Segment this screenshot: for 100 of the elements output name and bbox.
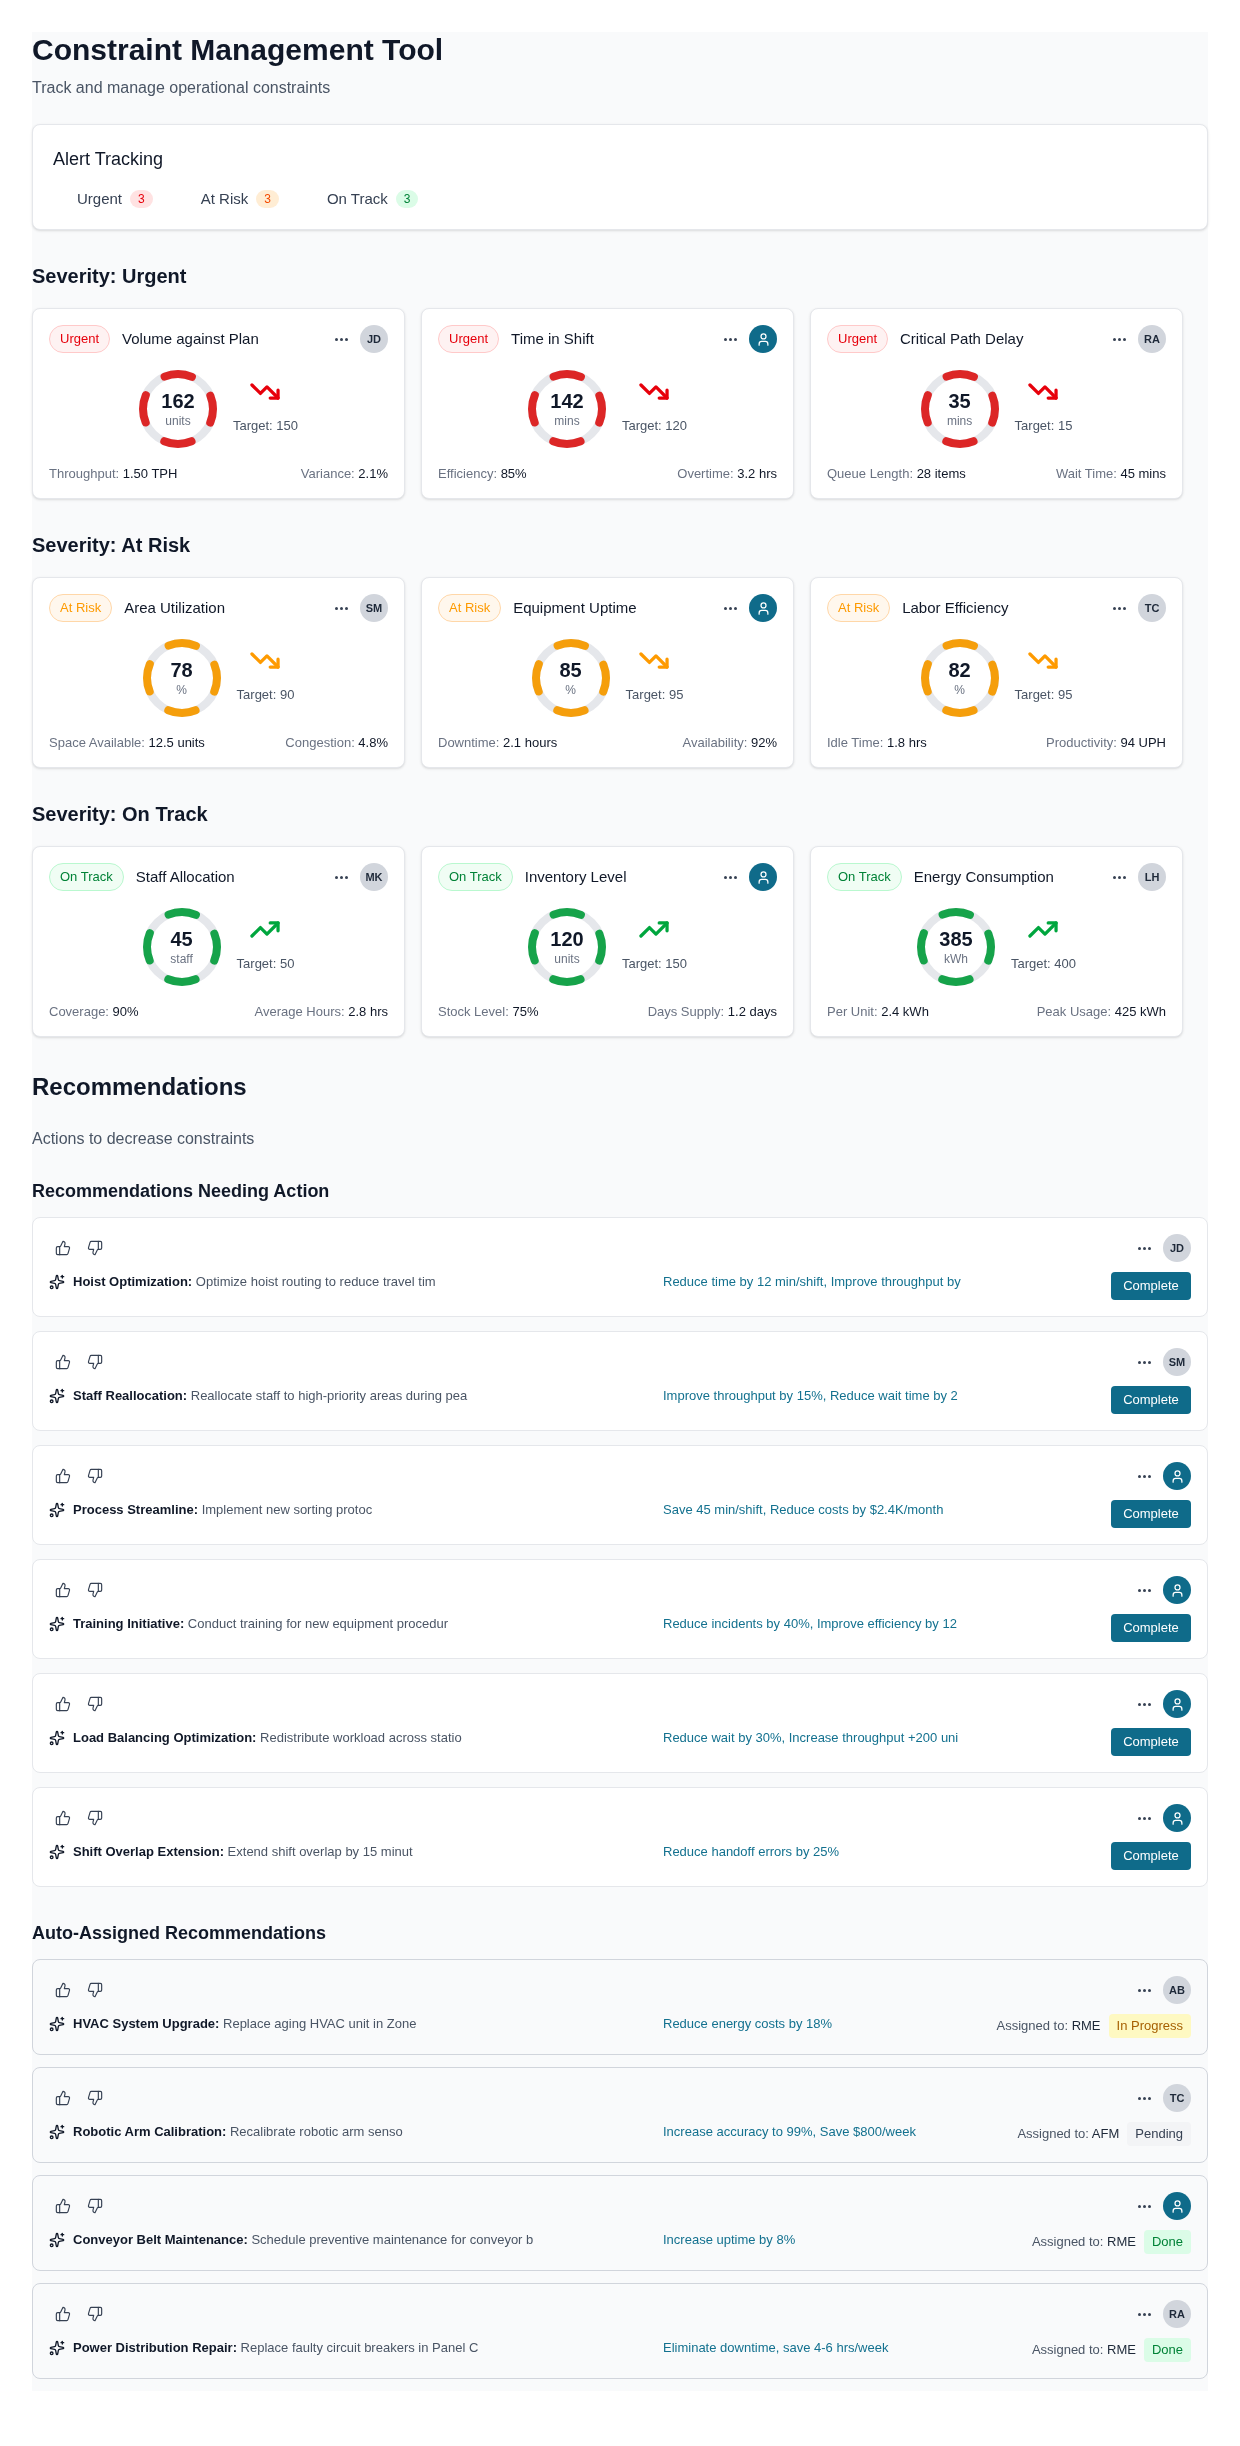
complete-button[interactable]: Complete xyxy=(1111,1614,1191,1642)
gauge-value: 82 xyxy=(948,658,971,682)
initials-avatar: AB xyxy=(1163,1976,1191,2004)
target-text: Target: 50 xyxy=(236,954,295,973)
thumbs-up-icon[interactable] xyxy=(55,2306,71,2322)
sparkles-icon xyxy=(49,2340,65,2356)
target-text: Target: 150 xyxy=(232,416,298,435)
gauge-unit: mins xyxy=(554,413,580,429)
thumbs-up-icon[interactable] xyxy=(55,2198,71,2214)
initials-avatar: RA xyxy=(1138,325,1166,353)
complete-button[interactable]: Complete xyxy=(1111,1386,1191,1414)
status-badge: Done xyxy=(1143,2230,1191,2254)
user-avatar-icon xyxy=(749,594,777,622)
gauge-value: 142 xyxy=(550,389,584,413)
initials-avatar: LH xyxy=(1138,863,1166,891)
complete-button[interactable]: Complete xyxy=(1111,1500,1191,1528)
more-icon[interactable] xyxy=(335,606,348,610)
thumbs-up-icon[interactable] xyxy=(55,1354,71,1370)
thumbs-up-icon[interactable] xyxy=(55,1810,71,1826)
alert-filter-button[interactable]: At Risk 3 xyxy=(176,181,303,217)
more-icon[interactable] xyxy=(1138,1702,1151,1706)
recommendation-text: Staff Reallocation: Reallocate staff to high-priority areas during pea xyxy=(73,1387,468,1405)
metric-text: Stock Level: 75% xyxy=(438,1003,539,1021)
target-text: Target: 95 xyxy=(1014,685,1073,704)
more-icon[interactable] xyxy=(1138,2204,1151,2208)
count-badge: 3 xyxy=(256,190,279,208)
more-icon[interactable] xyxy=(1138,1988,1151,1992)
more-icon[interactable] xyxy=(1138,1816,1151,1820)
thumbs-up-icon[interactable] xyxy=(55,1582,71,1598)
metric-text: Average Hours: 2.8 hrs xyxy=(254,1003,388,1021)
initials-avatar: MK xyxy=(360,863,388,891)
more-icon[interactable] xyxy=(1138,2096,1151,2100)
initials-avatar: TC xyxy=(1138,594,1166,622)
metric-text: Idle Time: 1.8 hrs xyxy=(827,734,927,752)
card-title: Inventory Level xyxy=(524,866,627,887)
thumbs-down-icon[interactable] xyxy=(87,1468,103,1484)
page-subtitle: Track and manage operational constraints xyxy=(32,78,332,98)
thumbs-down-icon[interactable] xyxy=(87,2090,103,2106)
more-icon[interactable] xyxy=(335,337,348,341)
complete-button[interactable]: Complete xyxy=(1111,1842,1191,1870)
alert-filter-button[interactable]: Urgent 3 xyxy=(53,181,177,217)
user-avatar-icon xyxy=(1163,1576,1191,1604)
assigned-to-text: Assigned to: RME xyxy=(996,2017,1101,2035)
metric-text: Per Unit: 2.4 kWh xyxy=(827,1003,929,1021)
thumbs-up-icon[interactable] xyxy=(55,1468,71,1484)
more-icon[interactable] xyxy=(1113,875,1126,879)
thumbs-down-icon[interactable] xyxy=(87,1696,103,1712)
metric-text: Variance: 2.1% xyxy=(300,465,388,483)
severity-badge: Urgent xyxy=(438,325,500,353)
thumbs-up-icon[interactable] xyxy=(55,1240,71,1256)
thumbs-up-icon[interactable] xyxy=(55,1982,71,1998)
initials-avatar: JD xyxy=(1163,1234,1191,1262)
thumbs-down-icon[interactable] xyxy=(87,2306,103,2322)
sparkles-icon xyxy=(49,1388,65,1404)
metric-text: Days Supply: 1.2 days xyxy=(647,1003,777,1021)
thumbs-down-icon[interactable] xyxy=(87,1354,103,1370)
more-icon[interactable] xyxy=(1138,1246,1151,1250)
more-icon[interactable] xyxy=(335,875,348,879)
thumbs-down-icon[interactable] xyxy=(87,1810,103,1826)
gauge-value: 162 xyxy=(161,389,195,413)
sparkles-icon xyxy=(49,2016,65,2032)
thumbs-down-icon[interactable] xyxy=(87,1582,103,1598)
target-text: Target: 150 xyxy=(621,954,687,973)
user-avatar-icon xyxy=(1163,1690,1191,1718)
target-text: Target: 15 xyxy=(1014,416,1073,435)
gauge-value: 120 xyxy=(550,927,584,951)
gauge-value: 78 xyxy=(170,658,193,682)
alert-filter-button[interactable]: On Track 3 xyxy=(302,181,443,217)
metric-text: Throughput: 1.50 TPH xyxy=(49,465,178,483)
thumbs-up-icon[interactable] xyxy=(55,2090,71,2106)
more-icon[interactable] xyxy=(724,337,737,341)
more-icon[interactable] xyxy=(1138,1474,1151,1478)
impact-text: Reduce incidents by 40%, Improve efficiency by 12 xyxy=(663,1615,957,1633)
thumbs-down-icon[interactable] xyxy=(87,1240,103,1256)
recommendation-text: Training Initiative: Conduct training for new equipment procedur xyxy=(73,1615,448,1633)
more-icon[interactable] xyxy=(724,875,737,879)
thumbs-down-icon[interactable] xyxy=(87,2198,103,2214)
thumbs-down-icon[interactable] xyxy=(87,1982,103,1998)
metric-text: Productivity: 94 UPH xyxy=(1046,734,1166,752)
sparkles-icon xyxy=(49,1274,65,1290)
more-icon[interactable] xyxy=(1138,1360,1151,1364)
more-icon[interactable] xyxy=(1113,606,1126,610)
complete-button[interactable]: Complete xyxy=(1111,1272,1191,1300)
recommendations-subtitle: Actions to decrease constraints xyxy=(32,1129,256,1149)
status-badge: Done xyxy=(1143,2338,1191,2362)
more-icon[interactable] xyxy=(1113,337,1126,341)
complete-button[interactable]: Complete xyxy=(1111,1728,1191,1756)
card-title: Time in Shift xyxy=(511,328,594,349)
severity-badge: On Track xyxy=(438,863,513,891)
assigned-to-text: Assigned to: AFM xyxy=(1017,2125,1120,2143)
thumbs-up-icon[interactable] xyxy=(55,1696,71,1712)
more-icon[interactable] xyxy=(724,606,737,610)
recommendation-text: Power Distribution Repair: Replace faulty circuit breakers in Panel C xyxy=(73,2339,479,2357)
more-icon[interactable] xyxy=(1138,2312,1151,2316)
sparkles-icon xyxy=(49,1844,65,1860)
metric-text: Space Available: 12.5 units xyxy=(49,734,205,752)
status-badge: In Progress xyxy=(1108,2014,1191,2038)
more-icon[interactable] xyxy=(1138,1588,1151,1592)
user-avatar-icon xyxy=(1163,2192,1191,2220)
user-avatar-icon xyxy=(749,863,777,891)
